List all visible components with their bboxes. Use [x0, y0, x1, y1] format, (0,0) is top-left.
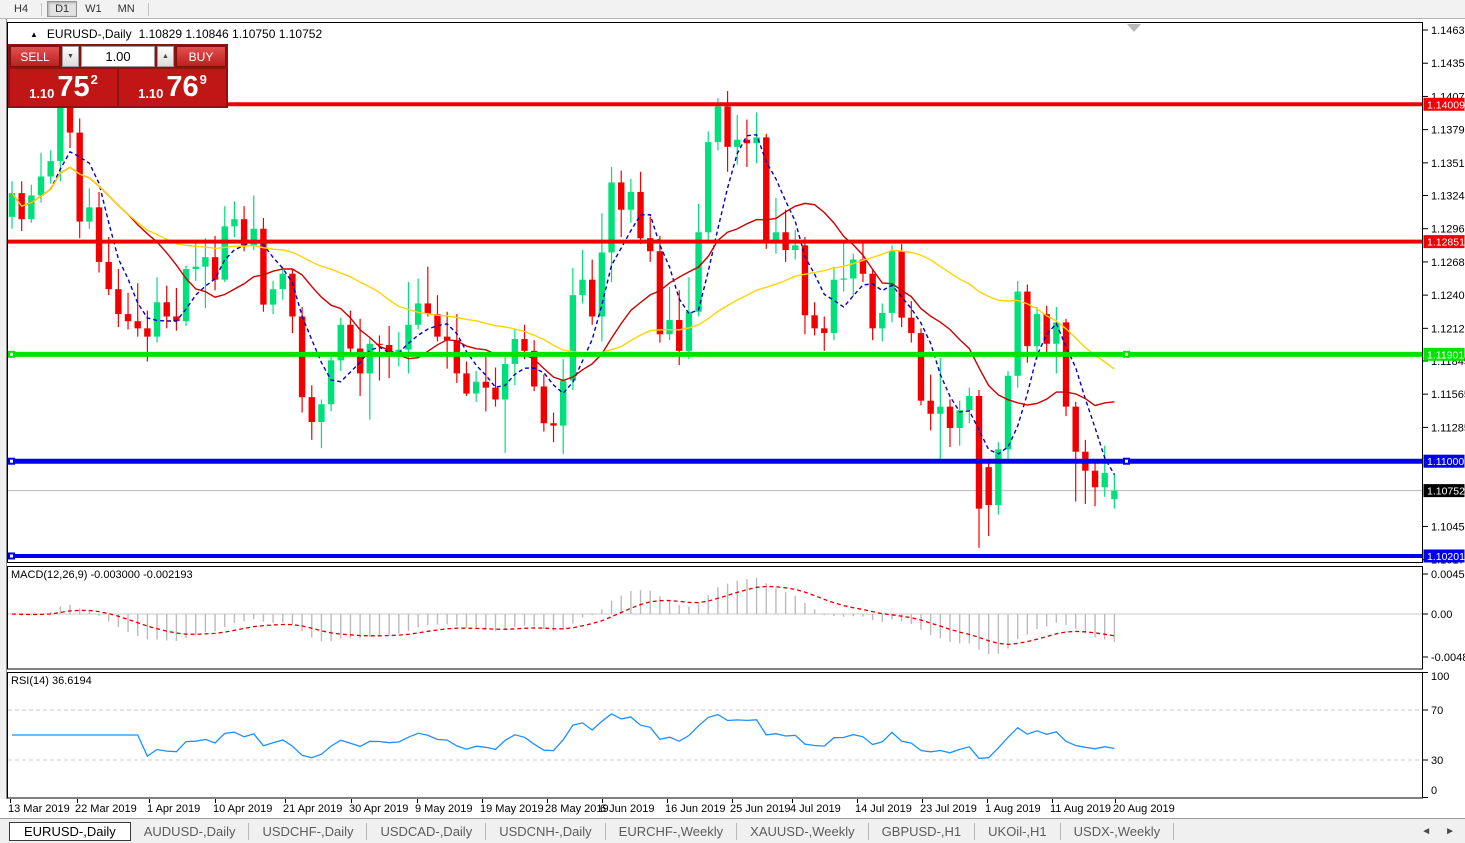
- date-label: 21 Apr 2019: [283, 803, 342, 815]
- date-label: 6 Jun 2019: [600, 803, 654, 815]
- date-label: 20 Aug 2019: [1113, 803, 1175, 815]
- svg-text:1.11000: 1.11000: [1427, 456, 1464, 468]
- chart-tab-ukoil-h1[interactable]: UKOil-,H1: [975, 823, 1061, 840]
- date-label: 10 Apr 2019: [213, 803, 272, 815]
- date-label: 4 Jul 2019: [790, 803, 841, 815]
- timeframe-toolbar: H4 D1W1MN: [0, 0, 1465, 19]
- tab-scroll-right-icon[interactable]: ►: [1445, 826, 1455, 837]
- svg-text:0.00: 0.00: [1431, 609, 1452, 621]
- rsi-name: RSI(14): [11, 675, 49, 687]
- collapse-trade-panel-icon[interactable]: ▲: [30, 30, 38, 39]
- date-label: 1 Aug 2019: [985, 803, 1041, 815]
- macd-values: -0.003000 -0.002193: [90, 569, 192, 581]
- timeframe-button-h4[interactable]: H4: [6, 1, 36, 17]
- timeframe-button-mn[interactable]: MN: [110, 1, 143, 17]
- volume-increase-button[interactable]: ▲: [157, 46, 174, 67]
- rsi-axis: 100 70 30 0: [1423, 672, 1449, 798]
- chart-tab-usdcad-daily[interactable]: USDCAD-,Daily: [367, 823, 486, 840]
- volume-decrease-button[interactable]: ▼: [62, 46, 79, 67]
- chart-tab-usdchf-daily[interactable]: USDCHF-,Daily: [249, 823, 367, 840]
- sell-price-big: 75: [57, 71, 89, 104]
- svg-text:1.12120: 1.12120: [1431, 323, 1465, 335]
- price-axis: 1.146351.143551.140751.137951.135151.132…: [1423, 25, 1465, 566]
- sell-price-button[interactable]: 1.10 75 2: [10, 69, 117, 106]
- sell-price-sup: 2: [91, 69, 98, 87]
- timeframe-button-d1[interactable]: D1: [47, 1, 77, 17]
- svg-text:0.004517: 0.004517: [1431, 569, 1465, 581]
- svg-text:1.14355: 1.14355: [1431, 58, 1465, 70]
- rsi-value: 36.6194: [52, 675, 92, 687]
- date-label: 16 Jun 2019: [665, 803, 726, 815]
- chart-tab-bar: EURUSD-,DailyAUDUSD-,DailyUSDCHF-,DailyU…: [0, 818, 1465, 843]
- date-label: 9 May 2019: [415, 803, 472, 815]
- chart-tab-usdx-weekly[interactable]: USDX-,Weekly: [1061, 823, 1174, 840]
- svg-text:1.12960: 1.12960: [1431, 224, 1465, 236]
- sell-price-prefix: 1.10: [29, 86, 54, 106]
- buy-price-prefix: 1.10: [138, 86, 163, 106]
- date-label: 13 Mar 2019: [8, 803, 70, 815]
- svg-text:30: 30: [1431, 755, 1443, 767]
- svg-text:1.11285: 1.11285: [1431, 422, 1465, 434]
- buy-price-button[interactable]: 1.10 76 9: [119, 69, 226, 106]
- date-label: 25 Jun 2019: [730, 803, 791, 815]
- svg-text:1.10752: 1.10752: [1427, 486, 1465, 498]
- chart-tab-eurusd-daily[interactable]: EURUSD-,Daily: [9, 822, 131, 841]
- chart-shift-marker-icon[interactable]: [1127, 24, 1141, 32]
- svg-text:1.13515: 1.13515: [1431, 158, 1465, 170]
- chart-symbol-period: EURUSD-,Daily: [47, 27, 132, 41]
- svg-text:1.12400: 1.12400: [1431, 290, 1465, 302]
- date-label: 11 Aug 2019: [1050, 803, 1111, 815]
- rsi-label: RSI(14) 36.6194: [11, 675, 92, 687]
- toolbar-separator: [41, 3, 42, 16]
- chart-tab-gbpusd-h1[interactable]: GBPUSD-,H1: [869, 823, 975, 840]
- svg-text:1.14635: 1.14635: [1431, 25, 1465, 37]
- date-label: 23 Jul 2019: [920, 803, 977, 815]
- svg-text:1.12680: 1.12680: [1431, 257, 1465, 269]
- tab-scroll-controls: ◄ ►: [1421, 826, 1465, 837]
- buy-button[interactable]: BUY: [176, 46, 226, 67]
- volume-input[interactable]: 1.00: [81, 46, 155, 67]
- svg-text:1.11901: 1.11901: [1427, 349, 1464, 361]
- chart-tab-usdcnh-daily[interactable]: USDCNH-,Daily: [486, 823, 605, 840]
- svg-text:100: 100: [1431, 672, 1449, 683]
- svg-text:1.10450: 1.10450: [1431, 521, 1465, 533]
- chart-tab-eurchf-weekly[interactable]: EURCHF-,Weekly: [606, 823, 738, 840]
- date-label: 19 May 2019: [480, 803, 544, 815]
- date-label: 14 Jul 2019: [855, 803, 912, 815]
- svg-text:-0.004806: -0.004806: [1431, 652, 1465, 664]
- svg-text:1.12851: 1.12851: [1427, 237, 1465, 249]
- rsi-indicator-panel: 100 70 30 0: [0, 672, 1465, 799]
- macd-label: MACD(12,26,9) -0.003000 -0.002193: [11, 569, 193, 581]
- buy-price-sup: 9: [200, 69, 207, 87]
- chart-tab-xauusd-weekly[interactable]: XAUUSD-,Weekly: [737, 823, 869, 840]
- svg-text:1.10201: 1.10201: [1427, 551, 1465, 563]
- tab-scroll-left-icon[interactable]: ◄: [1421, 826, 1431, 837]
- buy-price-big: 76: [166, 71, 198, 104]
- macd-axis: 0.004517 0.00 -0.004806: [1423, 569, 1465, 664]
- macd-indicator-panel: 0.004517 0.00 -0.004806: [0, 566, 1465, 672]
- one-click-trading-panel: SELL ▼ 1.00 ▲ BUY 1.10 75 2 1.10 76 9: [8, 44, 228, 108]
- svg-text:1.14009: 1.14009: [1427, 99, 1465, 111]
- chart-ohlc-values: 1.10829 1.10846 1.10750 1.10752: [139, 27, 323, 41]
- chart-tab-audusd-daily[interactable]: AUDUSD-,Daily: [131, 823, 250, 840]
- svg-text:0: 0: [1431, 785, 1437, 797]
- macd-name: MACD(12,26,9): [11, 569, 87, 581]
- date-label: 30 Apr 2019: [349, 803, 408, 815]
- chart-title: ▲ EURUSD-,Daily 1.10829 1.10846 1.10750 1.…: [30, 27, 322, 41]
- toolbar-separator: [148, 3, 149, 16]
- date-label: 1 Apr 2019: [147, 803, 200, 815]
- svg-text:1.11565: 1.11565: [1431, 389, 1465, 401]
- date-axis: 13 Mar 2019 22 Mar 2019 1 Apr 2019 10 Apr 2…: [0, 799, 1465, 818]
- timeframe-button-w1[interactable]: W1: [77, 1, 110, 17]
- sell-button[interactable]: SELL: [10, 46, 60, 67]
- date-label: 22 Mar 2019: [75, 803, 137, 815]
- svg-text:70: 70: [1431, 705, 1443, 717]
- svg-text:1.13240: 1.13240: [1431, 190, 1465, 202]
- svg-text:1.13795: 1.13795: [1431, 125, 1465, 137]
